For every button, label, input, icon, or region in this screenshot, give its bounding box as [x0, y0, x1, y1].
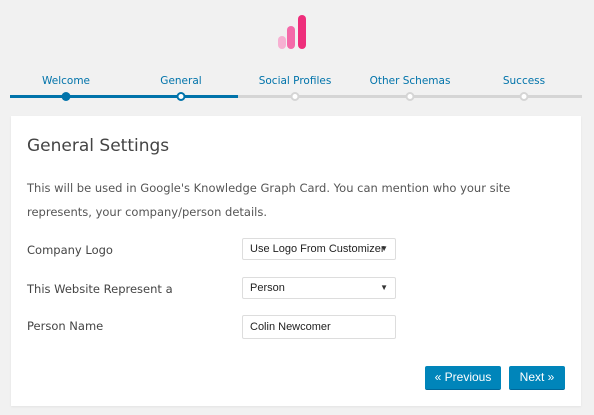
step-success-label[interactable]: Success — [503, 75, 545, 87]
page-title: General Settings — [27, 136, 170, 156]
step-other-schemas-label[interactable]: Other Schemas — [370, 75, 451, 87]
step-welcome-dot[interactable] — [61, 92, 71, 101]
step-other-schemas-dot[interactable] — [405, 92, 415, 101]
person-name-label: Person Name — [27, 319, 104, 333]
step-success-dot[interactable] — [519, 92, 529, 101]
step-social-profiles-label[interactable]: Social Profiles — [259, 75, 332, 87]
general-settings-card: General Settings This will be used in Go… — [11, 116, 581, 406]
previous-button[interactable]: « Previous — [425, 366, 501, 390]
chevron-down-icon: ▼ — [380, 283, 388, 292]
step-social-profiles-dot[interactable] — [290, 92, 300, 101]
progress-track-complete — [10, 95, 238, 98]
person-name-value: Colin Newcomer — [250, 321, 331, 333]
person-name-input[interactable]: Colin Newcomer — [242, 315, 396, 339]
next-button[interactable]: Next » — [509, 366, 565, 390]
setup-wizard-progress: Welcome General Social Profiles Other Sc… — [0, 0, 594, 110]
company-logo-select[interactable]: Use Logo From Customizer ▼ — [242, 238, 396, 260]
step-general-dot[interactable] — [176, 92, 186, 101]
company-logo-label: Company Logo — [27, 243, 113, 257]
settings-description: This will be used in Google's Knowledge … — [27, 181, 511, 219]
website-represent-select[interactable]: Person ▼ — [242, 277, 396, 299]
step-general-label[interactable]: General — [160, 75, 201, 87]
step-welcome-label[interactable]: Welcome — [42, 75, 90, 87]
chevron-down-icon: ▼ — [380, 244, 388, 253]
website-represent-select-value: Person — [250, 282, 285, 294]
website-represent-label: This Website Represent a — [27, 282, 173, 296]
company-logo-select-value: Use Logo From Customizer — [250, 243, 385, 255]
